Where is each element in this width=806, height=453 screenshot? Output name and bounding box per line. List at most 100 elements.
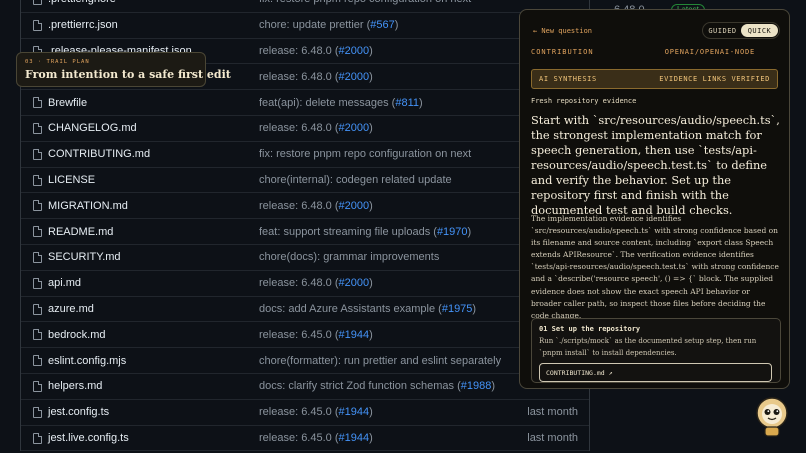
mascot-icon[interactable] <box>754 397 790 437</box>
commit-text[interactable]: chore: update prettier ( <box>259 19 370 31</box>
file-name[interactable]: SECURITY.md <box>48 251 121 263</box>
commit-message[interactable]: fix: restore pnpm repo configuration on … <box>259 148 471 160</box>
file-name[interactable]: .prettierignore <box>48 0 116 5</box>
commit-message[interactable]: release: 6.48.0 (#2000) <box>259 45 373 57</box>
pr-link[interactable]: #2000 <box>339 122 370 134</box>
commit-message[interactable]: release: 6.48.0 (#2000) <box>259 122 373 134</box>
pr-link[interactable]: #2000 <box>339 200 370 212</box>
commit-text[interactable]: release: 6.48.0 ( <box>259 122 339 134</box>
commit-close-paren: ) <box>369 431 373 444</box>
file-row[interactable]: MIGRATION.md release: 6.48.0 (#2000) <box>21 193 589 220</box>
pr-link[interactable]: #1944 <box>339 432 370 444</box>
commit-text[interactable]: fix: restore pnpm repo configuration on … <box>259 148 471 160</box>
pr-link[interactable]: #567 <box>370 19 394 31</box>
file-row[interactable]: CHANGELOG.md release: 6.48.0 (#2000) <box>21 116 589 142</box>
commit-message[interactable]: chore(docs): grammar improvements <box>259 251 439 263</box>
file-row[interactable]: helpers.md docs: clarify strict Zod funct… <box>21 374 589 400</box>
quick-mode-button[interactable]: QUICK <box>741 24 778 37</box>
step-title: 01 Set up the repository <box>539 325 641 333</box>
file-row[interactable]: README.md feat: support streaming file up… <box>21 219 589 245</box>
commit-message[interactable]: release: 6.48.0 (#2000) <box>259 71 373 83</box>
contribution-panel: ← New question GUIDED QUICK CONTRIBUTION… <box>519 9 790 389</box>
pr-link[interactable]: #2000 <box>339 45 370 57</box>
section-label: CONTRIBUTION <box>531 48 594 56</box>
commit-message[interactable]: release: 6.45.0 (#1944) <box>259 406 373 418</box>
commit-text[interactable]: feat(api): delete messages ( <box>259 97 395 109</box>
file-row[interactable]: api.md release: 6.48.0 (#2000) <box>21 271 589 297</box>
commit-message[interactable]: release: 6.48.0 (#2000) <box>259 277 373 289</box>
pr-link[interactable]: #1944 <box>339 329 370 341</box>
commit-text[interactable]: release: 6.48.0 ( <box>259 71 339 83</box>
file-name[interactable]: jest.live.config.ts <box>48 432 129 444</box>
file-name[interactable]: eslint.config.mjs <box>48 355 126 367</box>
commit-message[interactable]: chore(internal): codegen related update <box>259 174 452 186</box>
commit-text[interactable]: chore(docs): grammar improvements <box>259 251 439 263</box>
commit-message[interactable]: release: 6.45.0 (#1944) <box>259 432 373 444</box>
commit-text[interactable]: feat: support streaming file uploads ( <box>259 226 437 238</box>
file-icon <box>33 200 42 212</box>
commit-text[interactable]: release: 6.48.0 ( <box>259 200 339 212</box>
ai-synthesis-bar: AI SYNTHESIS EVIDENCE LINKS VERIFIED <box>531 69 778 89</box>
commit-message[interactable]: feat(api): delete messages (#811) <box>259 97 423 109</box>
file-row[interactable]: azure.md docs: add Azure Assistants examp… <box>21 297 589 323</box>
file-name[interactable]: helpers.md <box>48 380 102 392</box>
file-row[interactable]: .prettierrc.json chore: update prettier (… <box>21 13 589 39</box>
commit-text[interactable]: docs: add Azure Assistants example ( <box>259 303 442 315</box>
file-name[interactable]: azure.md <box>48 303 94 315</box>
commit-text[interactable]: fix: restore pnpm repo configuration on … <box>259 0 471 5</box>
file-row[interactable]: Brewfile feat(api): delete messages (#811… <box>21 90 589 116</box>
file-icon <box>33 122 42 134</box>
evidence-label: Fresh repository evidence <box>531 97 637 105</box>
commit-close-paren: ) <box>369 122 373 135</box>
pr-link[interactable]: #1988 <box>461 380 492 392</box>
file-row[interactable]: LICENSE chore(internal): codegen related … <box>21 168 589 194</box>
repo-name: OPENAI/OPENAI-NODE <box>664 48 755 56</box>
commit-message[interactable]: chore: update prettier (#567) <box>259 19 398 31</box>
pr-link[interactable]: #1970 <box>437 226 468 238</box>
pr-link[interactable]: #1975 <box>442 303 473 315</box>
file-row[interactable]: eslint.config.mjs chore(formatter): run p… <box>21 348 589 374</box>
file-row[interactable]: jest.live.config.ts release: 6.45.0 (#194… <box>21 426 589 452</box>
file-name[interactable]: api.md <box>48 277 81 289</box>
commit-text[interactable]: release: 6.48.0 ( <box>259 277 339 289</box>
commit-text[interactable]: release: 6.45.0 ( <box>259 432 339 444</box>
file-row[interactable]: jest.config.ts release: 6.45.0 (#1944) las… <box>21 400 589 426</box>
file-name[interactable]: jest.config.ts <box>48 406 109 418</box>
file-row[interactable]: SECURITY.md chore(docs): grammar improvem… <box>21 245 589 271</box>
file-name[interactable]: .prettierrc.json <box>48 19 118 31</box>
guided-mode-button[interactable]: GUIDED <box>704 24 741 37</box>
commit-message[interactable]: fix: restore pnpm repo configuration on … <box>259 0 471 5</box>
commit-close-paren: ) <box>419 96 423 109</box>
commit-text[interactable]: docs: clarify strict Zod function schema… <box>259 380 461 392</box>
file-row[interactable]: CONTRIBUTING.md fix: restore pnpm repo co… <box>21 142 589 168</box>
file-name[interactable]: CONTRIBUTING.md <box>48 148 150 160</box>
commit-close-paren: ) <box>472 302 477 315</box>
commit-text[interactable]: release: 6.45.0 ( <box>259 329 339 341</box>
commit-text[interactable]: release: 6.45.0 ( <box>259 406 339 418</box>
file-name[interactable]: Brewfile <box>48 97 87 109</box>
commit-message[interactable]: chore(formatter): run prettier and eslin… <box>259 355 501 367</box>
new-question-link[interactable]: ← New question <box>533 27 592 35</box>
file-name[interactable]: LICENSE <box>48 174 95 186</box>
commit-text[interactable]: release: 6.48.0 ( <box>259 45 339 57</box>
pr-link[interactable]: #1944 <box>339 406 370 418</box>
file-row[interactable]: bedrock.md release: 6.45.0 (#1944) <box>21 322 589 349</box>
pr-link[interactable]: #2000 <box>339 277 370 289</box>
commit-text[interactable]: chore(formatter): run prettier and eslin… <box>259 355 501 367</box>
pr-link[interactable]: #811 <box>395 97 419 109</box>
file-name[interactable]: MIGRATION.md <box>48 200 128 212</box>
commit-message[interactable]: release: 6.48.0 (#2000) <box>259 200 373 212</box>
pr-link[interactable]: #2000 <box>339 71 370 83</box>
commit-message[interactable]: feat: support streaming file uploads (#1… <box>259 226 471 238</box>
commit-message[interactable]: docs: clarify strict Zod function schema… <box>259 380 495 392</box>
commit-text[interactable]: chore(internal): codegen related update <box>259 174 452 186</box>
file-row[interactable]: .prettierignore fix: restore pnpm repo co… <box>21 0 589 13</box>
file-name[interactable]: bedrock.md <box>48 329 105 341</box>
commit-message[interactable]: docs: add Azure Assistants example (#197… <box>259 303 476 315</box>
file-name[interactable]: README.md <box>48 226 113 238</box>
mode-toggle: GUIDED QUICK <box>702 22 780 39</box>
commit-message[interactable]: release: 6.45.0 (#1944) <box>259 329 373 341</box>
commit-close-paren: ) <box>369 328 373 341</box>
file-name[interactable]: CHANGELOG.md <box>48 122 137 134</box>
contributing-file-link[interactable]: CONTRIBUTING.md ↗ <box>539 363 772 382</box>
